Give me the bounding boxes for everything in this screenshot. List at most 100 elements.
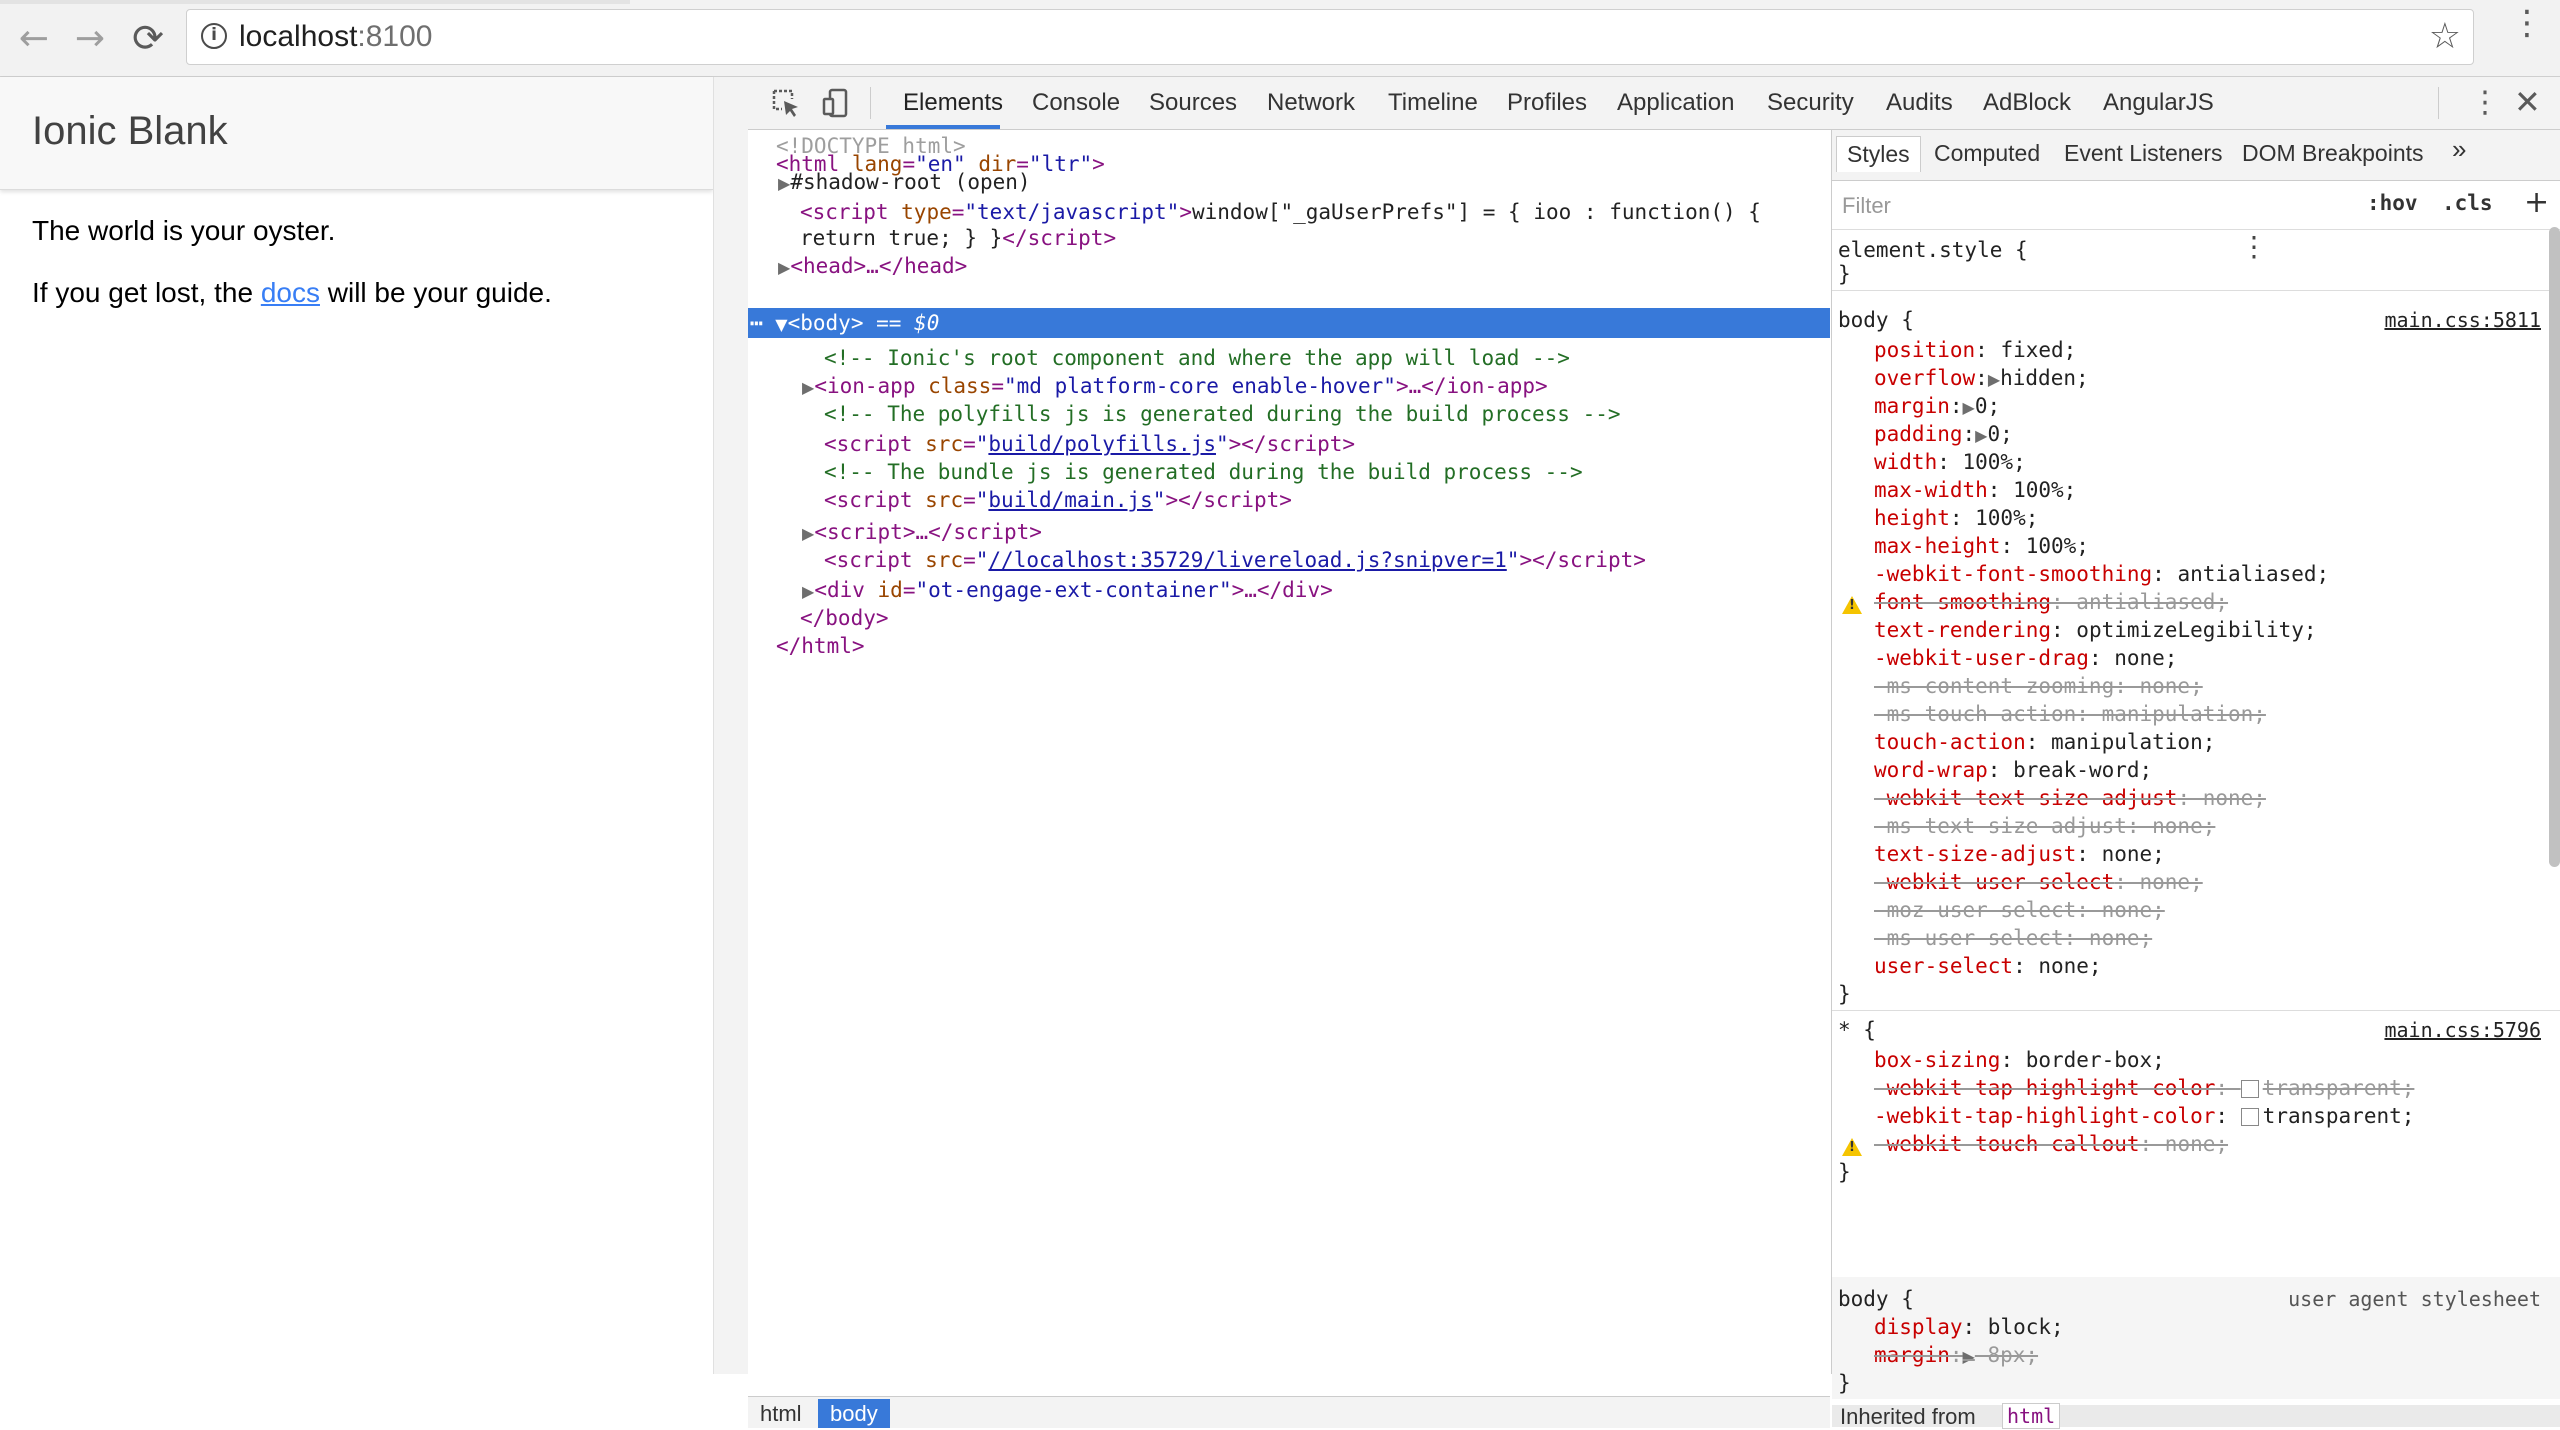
dom-html-close[interactable]: </html> xyxy=(776,632,865,660)
star-rule-selector[interactable]: * { xyxy=(1838,1016,1876,1044)
decl-overflow[interactable]: overflow:▶hidden; xyxy=(1874,364,2089,394)
decl-font-smoothing[interactable]: font-smoothing: antialiased; xyxy=(1874,588,2228,616)
hover-state-toggle[interactable]: :hov xyxy=(2367,191,2418,215)
tab-sources[interactable]: Sources xyxy=(1149,89,1237,117)
decl-text-size-adjust[interactable]: text-size-adjust: none; xyxy=(1874,840,2165,868)
expand-triangle-icon[interactable]: ▶ xyxy=(802,582,814,601)
color-swatch[interactable] xyxy=(2240,1080,2259,1098)
tab-timeline[interactable]: Timeline xyxy=(1388,89,1478,117)
tab-dom-breakpoints[interactable]: DOM Breakpoints xyxy=(2242,140,2424,167)
tab-security[interactable]: Security xyxy=(1767,89,1854,117)
styles-filter-input[interactable]: Filter xyxy=(1842,193,1891,219)
dom-comment-bundle[interactable]: <!-- The bundle js is generated during t… xyxy=(824,458,1583,486)
url-text[interactable]: localhost:8100 xyxy=(239,20,432,54)
site-info-icon[interactable]: i xyxy=(201,23,227,49)
dom-head[interactable]: ▶<head>…</head> xyxy=(778,252,967,282)
tab-profiles[interactable]: Profiles xyxy=(1507,89,1587,117)
decl-touch-action[interactable]: touch-action: manipulation; xyxy=(1874,728,2215,756)
tab-styles[interactable]: Styles xyxy=(1836,136,1921,172)
expand-triangle-icon[interactable]: ▶ xyxy=(802,378,814,397)
inherited-tag-link[interactable]: html xyxy=(2002,1403,2061,1429)
decl-webkit-touch-callout[interactable]: -webkit-touch-callout: none; xyxy=(1874,1130,2228,1158)
devtools-close-icon[interactable]: ✕ xyxy=(2514,83,2541,121)
decl-max-height[interactable]: max-height: 100%; xyxy=(1874,532,2089,560)
decl-webkit-text-size-adjust[interactable]: -webkit-text-size-adjust: none; xyxy=(1874,784,2266,812)
tab-angularjs[interactable]: AngularJS xyxy=(2103,89,2214,117)
element-style-selector[interactable]: element.style { xyxy=(1838,236,2028,264)
decl-position[interactable]: position: fixed; xyxy=(1874,336,2076,364)
body-rule-source-link[interactable]: main.css:5811 xyxy=(2384,308,2541,332)
selected-node-row[interactable]: ⋯ ▼<body> == $0 xyxy=(748,308,1830,338)
device-toolbar-icon[interactable] xyxy=(820,87,852,119)
decl-padding[interactable]: padding:▶0; xyxy=(1874,420,2013,450)
rule-menu-icon[interactable]: ⋮ xyxy=(2240,233,2268,261)
dom-comment-polyfills[interactable]: <!-- The polyfills js is generated durin… xyxy=(824,400,1621,428)
decl-ms-content-zooming[interactable]: -ms-content-zooming: none; xyxy=(1874,672,2203,700)
livereload-link[interactable]: //localhost:35729/livereload.js?snipver=… xyxy=(988,548,1506,572)
decl-max-width[interactable]: max-width: 100%; xyxy=(1874,476,2076,504)
polyfills-link[interactable]: build/polyfills.js xyxy=(988,432,1216,456)
bookmark-star-icon[interactable]: ☆ xyxy=(2429,16,2461,57)
decl-ms-touch-action[interactable]: -ms-touch-action: manipulation; xyxy=(1874,700,2266,728)
tab-audits[interactable]: Audits xyxy=(1886,89,1953,117)
dom-script-livereload[interactable]: <script src="//localhost:35729/livereloa… xyxy=(824,546,1646,574)
decl-webkit-tap-highlight-2[interactable]: -webkit-tap-highlight-color: transparent… xyxy=(1874,1102,2414,1130)
reload-button[interactable]: ⟳ xyxy=(128,16,168,60)
decl-word-wrap[interactable]: word-wrap: break-word; xyxy=(1874,756,2152,784)
class-toggle[interactable]: .cls xyxy=(2442,191,2493,215)
dom-script-polyfills[interactable]: <script src="build/polyfills.js"></scrip… xyxy=(824,430,1355,458)
decl-webkit-user-drag[interactable]: -webkit-user-drag: none; xyxy=(1874,644,2177,672)
docs-link[interactable]: docs xyxy=(261,277,320,308)
ua-rule-selector[interactable]: body { xyxy=(1838,1285,1914,1313)
dom-body-selected[interactable]: ⋯ ▼<body> == $0 xyxy=(750,309,939,339)
decl-margin[interactable]: margin:▶0; xyxy=(1874,392,2000,422)
tab-elements[interactable]: Elements xyxy=(903,89,1003,117)
dom-body-close[interactable]: </body> xyxy=(800,604,889,632)
color-swatch[interactable] xyxy=(2240,1108,2259,1126)
decl-height[interactable]: height: 100%; xyxy=(1874,504,2038,532)
tab-network[interactable]: Network xyxy=(1267,89,1355,117)
star-rule-source-link[interactable]: main.css:5796 xyxy=(2384,1018,2541,1042)
dom-script-ga[interactable]: <script type="text/javascript">window["_… xyxy=(800,198,1761,226)
styles-scrollbar[interactable] xyxy=(2549,227,2560,867)
main-js-link[interactable]: build/main.js xyxy=(988,488,1152,512)
decl-box-sizing[interactable]: box-sizing: border-box; xyxy=(1874,1046,2165,1074)
tab-application[interactable]: Application xyxy=(1617,89,1734,117)
forward-button[interactable]: → xyxy=(70,18,110,59)
decl-webkit-tap-highlight-1[interactable]: -webkit-tap-highlight-color: transparent… xyxy=(1874,1074,2414,1102)
more-tabs-chevron-icon[interactable]: » xyxy=(2452,134,2466,165)
browser-menu-icon[interactable]: ⋮ xyxy=(2510,6,2544,40)
dom-script-main[interactable]: <script src="build/main.js"></script> xyxy=(824,486,1292,514)
body-rule-selector[interactable]: body { xyxy=(1838,306,1914,334)
decl-user-select[interactable]: user-select: none; xyxy=(1874,952,2102,980)
devtools-menu-icon[interactable]: ⋮ xyxy=(2470,85,2500,120)
new-rule-plus-icon[interactable]: + xyxy=(2524,185,2549,220)
dom-script-collapsed[interactable]: ▶<script>…</script> xyxy=(802,518,1042,548)
decl-width[interactable]: width: 100%; xyxy=(1874,448,2026,476)
decl-moz-user-select[interactable]: -moz-user-select: none; xyxy=(1874,896,2165,924)
tab-console[interactable]: Console xyxy=(1032,89,1120,117)
decl-webkit-user-select[interactable]: -webkit-user-select: none; xyxy=(1874,868,2203,896)
tab-adblock[interactable]: AdBlock xyxy=(1983,89,2071,117)
dom-comment-root[interactable]: <!-- Ionic's root component and where th… xyxy=(824,344,1570,372)
breadcrumb-html[interactable]: html xyxy=(748,1399,814,1428)
decl-ms-user-select[interactable]: -ms-user-select: none; xyxy=(1874,924,2152,952)
inspect-element-icon[interactable] xyxy=(770,87,802,119)
dom-shadow-root[interactable]: ▶#shadow-root (open) xyxy=(778,168,1031,198)
decl-webkit-font-smoothing[interactable]: -webkit-font-smoothing: antialiased; xyxy=(1874,560,2329,588)
expand-triangle-icon[interactable]: ▶ xyxy=(802,524,814,543)
expand-triangle-icon[interactable]: ▶ xyxy=(778,174,790,193)
decl-text-rendering[interactable]: text-rendering: optimizeLegibility; xyxy=(1874,616,2317,644)
dom-script-ga-end[interactable]: return true; } }</script> xyxy=(800,224,1116,252)
dom-ion-app[interactable]: ▶<ion-app class="md platform-core enable… xyxy=(802,372,1548,402)
dom-div-ot[interactable]: ▶<div id="ot-engage-ext-container">…</di… xyxy=(802,576,1333,606)
breadcrumb-body[interactable]: body xyxy=(818,1399,890,1428)
back-button[interactable]: ← xyxy=(14,18,54,59)
decl-ua-display: display: block; xyxy=(1874,1315,2064,1339)
tab-computed[interactable]: Computed xyxy=(1934,140,2040,167)
tab-event-listeners[interactable]: Event Listeners xyxy=(2064,140,2223,167)
page-scrollbar[interactable] xyxy=(713,77,748,1374)
address-bar[interactable]: i localhost:8100 ☆ xyxy=(186,9,2474,65)
expand-triangle-icon[interactable]: ▶ xyxy=(778,258,790,277)
decl-ms-text-size-adjust[interactable]: -ms-text-size-adjust: none; xyxy=(1874,812,2215,840)
